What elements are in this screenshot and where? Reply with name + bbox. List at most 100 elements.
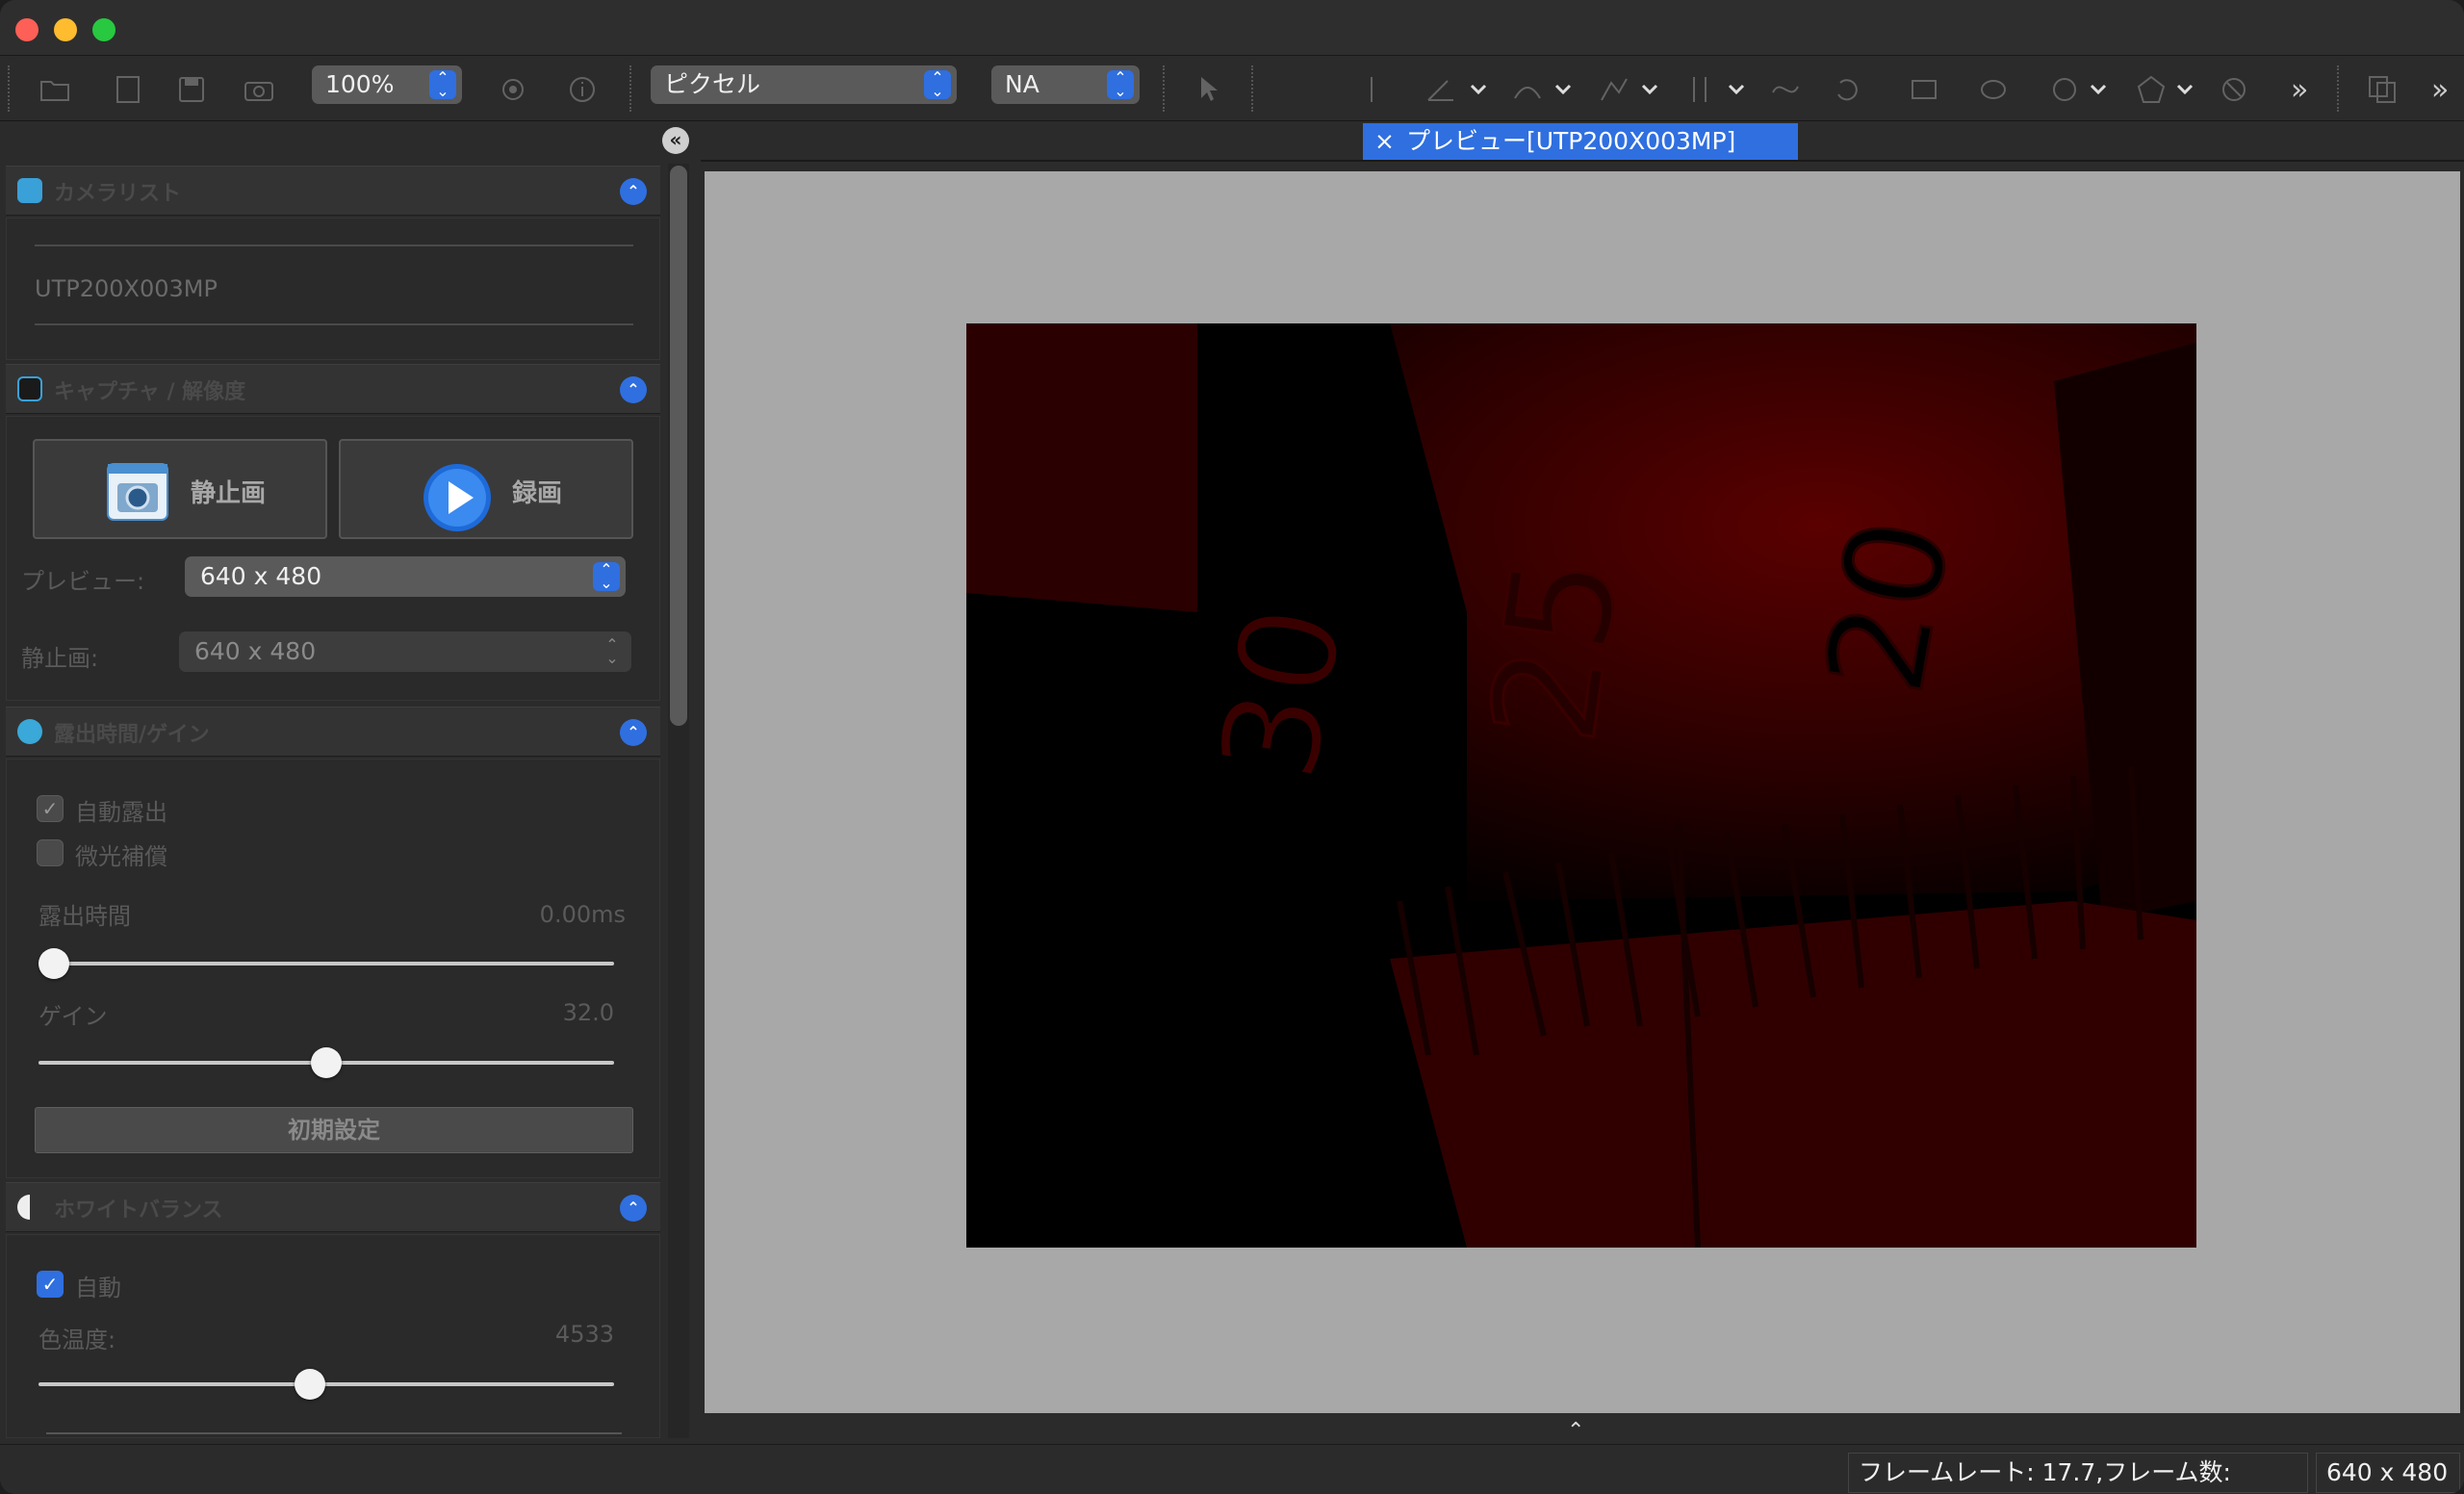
pointer-icon[interactable] [1194,73,1226,106]
app-window: 100% ⌃ ⌄ ピクセル ⌃ ⌄ NA ⌃ ⌄ » » « カメラリスト ⌃ … [0,0,2464,1494]
preview-tab-label: プレビュー[UTP200X003MP] [1405,127,1736,155]
title-bar [0,0,2464,56]
camera-list-item[interactable]: UTP200X003MP [35,275,218,302]
rectangle-tool-icon[interactable] [1908,73,1940,106]
chevron-down-icon[interactable] [2173,77,2196,100]
status-bar: フレームレート: 17.7,フレーム数: 7348 640 x 480 [0,1444,2464,1494]
auto-exposure-checkbox[interactable]: ✓ [37,795,64,822]
copy-icon[interactable] [2366,73,2399,106]
color-temp-slider-knob[interactable] [295,1369,326,1400]
window-zoom-button[interactable] [92,18,116,41]
line-tool-icon[interactable] [1355,73,1388,106]
tab-close-icon[interactable]: × [1374,127,1395,155]
color-temp-label: 色温度: [38,1327,116,1353]
stepper-icon: ⌃ ⌄ [429,70,456,99]
curve-tool-icon[interactable] [1769,73,1802,106]
more-tools-icon[interactable]: » [2291,73,2308,107]
low-light-checkbox[interactable] [37,839,64,866]
still-resolution-value: 640 x 480 [194,637,317,665]
save-icon[interactable] [175,73,208,106]
snapshot-button[interactable]: 静止画 [33,439,327,539]
exposure-slider-knob[interactable] [38,948,69,979]
chevron-down-icon[interactable] [1467,77,1490,100]
objective-value: NA [1005,70,1040,98]
chevron-up-icon[interactable]: ⌃ [1567,1419,1584,1443]
divider [35,323,633,325]
open-image-icon[interactable] [112,73,144,106]
frame-rate-status: フレームレート: 17.7,フレーム数: 7348 [1848,1453,2308,1493]
circle-tool-icon[interactable] [2048,73,2081,106]
info-icon[interactable] [566,73,599,106]
ellipse-tool-icon[interactable] [1977,73,2010,106]
auto-white-balance-checkbox[interactable]: ✓ [37,1271,64,1298]
toolbar-separator [1163,65,1166,112]
exposure-header[interactable]: 露出時間/ゲイン ⌃ [6,707,660,757]
zoom-select[interactable]: 100% ⌃ ⌄ [312,65,462,104]
resolution-status: 640 x 480 [2316,1453,2460,1493]
white-balance-header[interactable]: ホワイトバランス ⌃ [6,1182,660,1232]
polyline-tool-icon[interactable] [1598,73,1630,106]
settings-icon[interactable] [497,73,529,106]
stepper-icon: ⌃ ⌄ [1107,70,1134,99]
undo-icon[interactable] [1831,73,1863,106]
record-button[interactable]: 録画 [339,439,633,539]
collapse-section-icon[interactable]: ⌃ [620,1195,647,1222]
camera-list-header[interactable]: カメラリスト ⌃ [6,166,660,216]
chevron-down-icon[interactable] [1725,77,1748,100]
exposure-slider-track[interactable] [38,962,614,966]
toolbar-separator [8,65,11,112]
stepper-icon: ⌃ ⌄ [593,562,620,591]
collapse-panel-button[interactable]: « [662,127,689,154]
auto-exposure-label: 自動露出 [75,799,167,826]
exposure-title: 露出時間/ゲイン [54,723,210,747]
capture-header[interactable]: キャプチャ / 解像度 ⌃ [6,364,660,414]
collapse-section-icon[interactable]: ⌃ [620,719,647,746]
arc-tool-icon[interactable] [1511,73,1544,106]
collapse-section-icon[interactable]: ⌃ [620,178,647,205]
unit-select[interactable]: ピクセル ⌃ ⌄ [651,65,957,104]
toolbar-separator [629,65,632,112]
chevron-down-icon[interactable] [1638,77,1661,100]
still-resolution-select[interactable]: 640 x 480 ⌃ ⌄ [179,631,631,672]
collapse-section-icon[interactable]: ⌃ [620,376,647,403]
microscope-ruler-image: 30 25 20 [966,323,2196,1248]
divider [35,245,633,246]
more-actions-icon[interactable]: » [2431,73,2449,107]
preview-resolution-label: プレビュー: [21,568,145,595]
record-play-icon [424,464,491,531]
polygon-tool-icon[interactable] [2135,73,2168,106]
gain-value: 32.0 [562,999,614,1026]
snapshot-label: 静止画 [191,479,267,508]
color-temp-slider-track[interactable] [38,1382,614,1386]
live-preview-image[interactable]: 30 25 20 [966,323,2196,1248]
zoom-value: 100% [325,70,395,98]
chevron-down-icon[interactable] [1552,77,1575,100]
capture-title: キャプチャ / 解像度 [54,380,246,404]
gain-slider-knob[interactable] [311,1047,342,1078]
camera-icon[interactable] [243,73,275,106]
delete-icon[interactable] [2218,73,2250,106]
scrollbar-thumb[interactable] [670,166,687,726]
unit-value: ピクセル [664,70,761,98]
svg-text:30: 30 [1191,595,1374,791]
auto-white-balance-label: 自動 [75,1275,121,1301]
parallel-tool-icon[interactable] [1684,73,1717,106]
record-label: 録画 [512,479,563,508]
white-balance-icon [17,1195,42,1220]
objective-select[interactable]: NA ⌃ ⌄ [991,65,1140,104]
folder-icon[interactable] [38,73,71,106]
svg-text:20: 20 [1797,508,1981,705]
snapshot-camera-icon [107,463,168,521]
divider [46,1432,622,1434]
preview-tab[interactable]: × プレビュー[UTP200X003MP] [1363,123,1798,160]
camera-list-title: カメラリスト [54,182,182,206]
preview-resolution-select[interactable]: 640 x 480 ⌃ ⌄ [185,556,626,597]
reset-defaults-button[interactable]: 初期設定 [35,1107,633,1153]
preview-resolution-value: 640 x 480 [200,562,322,590]
stepper-icon: ⌃ ⌄ [605,635,619,667]
angle-tool-icon[interactable] [1424,73,1457,106]
window-close-button[interactable] [15,18,38,41]
chevron-down-icon[interactable] [2087,77,2110,100]
window-minimize-button[interactable] [54,18,77,41]
low-light-label: 微光補償 [75,843,167,870]
